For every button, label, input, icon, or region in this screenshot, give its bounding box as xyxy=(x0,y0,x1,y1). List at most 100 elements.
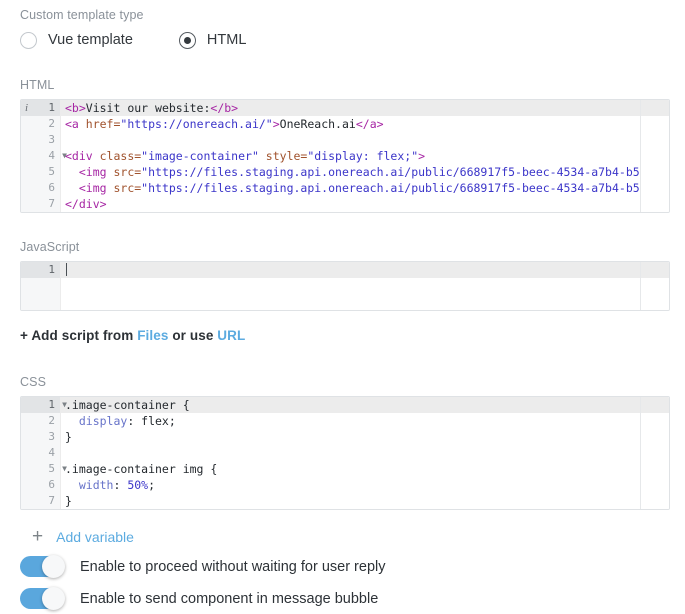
token-txt: Visit our website: xyxy=(86,101,211,115)
html-editor-rail-head xyxy=(641,100,669,116)
line-number: 6 xyxy=(48,478,55,491)
line-number: 7 xyxy=(48,197,55,210)
gutter-line-6[interactable]: 6 xyxy=(21,477,60,493)
radio-mark-vue[interactable] xyxy=(20,32,37,49)
code-line-6[interactable]: width: 50%; xyxy=(61,477,640,493)
add-script-prefix: + Add script from xyxy=(20,328,137,343)
token-tag: > xyxy=(418,149,425,163)
code-line-6[interactable]: <img src="https://files.staging.api.oner… xyxy=(61,180,640,196)
fold-arrow-icon[interactable]: ▼ xyxy=(62,461,67,477)
token-attr: href= xyxy=(86,117,121,131)
gutter-line-1[interactable]: i1 xyxy=(21,100,60,116)
code-line-4[interactable] xyxy=(61,445,640,461)
token-tag: <div xyxy=(65,149,100,163)
gutter-line-1[interactable]: 1▼ xyxy=(21,397,60,413)
gutter-line-4[interactable]: 4 xyxy=(21,445,60,461)
code-line-3[interactable] xyxy=(61,132,640,148)
gutter-line-6[interactable]: 6 xyxy=(21,180,60,196)
gutter-line-2[interactable]: 2 xyxy=(21,413,60,429)
token-num: 50% xyxy=(127,478,148,492)
radio-option-html[interactable]: HTML xyxy=(179,32,246,49)
template-type-group: Custom template type Vue template HTML xyxy=(20,8,246,49)
token-txt: OneReach.ai xyxy=(280,117,356,131)
gutter-line-7[interactable]: 7 xyxy=(21,196,60,212)
gutter-line-2[interactable]: 2 xyxy=(21,116,60,132)
html-editor-code[interactable]: <b>Visit our website:</b><a href="https:… xyxy=(61,100,640,212)
line-number: 4 xyxy=(48,149,55,162)
gutter-line-4[interactable]: 4▼ xyxy=(21,148,60,164)
line-number: 3 xyxy=(48,430,55,443)
code-line-7[interactable]: </div> xyxy=(61,196,640,212)
code-line-2[interactable]: <a href="https://onereach.ai/">OneReach.… xyxy=(61,116,640,132)
code-line-7[interactable]: } xyxy=(61,493,640,509)
css-editor-code[interactable]: .image-container { display: flex;} .imag… xyxy=(61,397,640,509)
toggle-row-proceed-without-reply: Enable to proceed without waiting for us… xyxy=(20,556,385,577)
javascript-editor-gutter[interactable]: 1 xyxy=(21,262,61,310)
fold-arrow-icon[interactable]: ▼ xyxy=(62,148,67,164)
toggle-send-component-bubble[interactable] xyxy=(20,588,64,609)
plus-icon: + xyxy=(32,527,43,546)
line-number: 1 xyxy=(48,101,55,114)
add-script-url-link[interactable]: URL xyxy=(217,328,245,343)
css-code-editor[interactable]: 1▼2345▼67 .image-container { display: fl… xyxy=(20,396,670,510)
radio-label-vue: Vue template xyxy=(48,32,133,49)
add-script-files-link[interactable]: Files xyxy=(137,328,168,343)
toggle-knob xyxy=(42,555,65,578)
token-tag: <b> xyxy=(65,101,86,115)
token-attr: style= xyxy=(259,149,307,163)
radio-option-vue-template[interactable]: Vue template xyxy=(20,32,133,49)
token-str: "https://files.staging.api.onereach.ai/p… xyxy=(141,165,640,179)
token-sel: .image-container img { xyxy=(65,462,217,476)
javascript-editor-code[interactable] xyxy=(61,262,640,310)
add-variable-button[interactable]: + Add variable xyxy=(32,527,134,546)
radio-label-html: HTML xyxy=(207,32,246,49)
token-val: ; xyxy=(148,478,155,492)
css-editor-gutter[interactable]: 1▼23 4 5▼6 7 xyxy=(21,397,61,509)
info-icon[interactable]: i xyxy=(25,100,28,116)
token-attr: src= xyxy=(113,165,141,179)
javascript-editor-rail-head xyxy=(641,262,669,278)
code-line-1[interactable] xyxy=(61,262,640,278)
gutter-line-3[interactable]: 3 xyxy=(21,429,60,445)
toggle-proceed-without-reply[interactable] xyxy=(20,556,64,577)
radio-mark-html[interactable] xyxy=(179,32,196,49)
line-number: 7 xyxy=(48,494,55,507)
token-sel: .image-container { xyxy=(65,398,190,412)
line-number: 4 xyxy=(48,446,55,459)
code-line-1[interactable]: .image-container { xyxy=(61,397,640,413)
code-line-5[interactable]: <img src="https://files.staging.api.oner… xyxy=(61,164,640,180)
line-number: 5 xyxy=(48,165,55,178)
gutter-line-1[interactable]: 1 xyxy=(21,262,60,278)
fold-arrow-icon[interactable]: ▼ xyxy=(62,397,67,413)
template-type-options: Vue template HTML xyxy=(20,32,246,49)
toggle-knob xyxy=(42,587,65,610)
html-editor-gutter[interactable]: i1234▼567 xyxy=(21,100,61,212)
gutter-line-3[interactable]: 3 xyxy=(21,132,60,148)
line-number: 1 xyxy=(48,263,55,276)
add-variable-label: Add variable xyxy=(56,529,134,545)
javascript-code-editor[interactable]: 1 xyxy=(20,261,670,311)
token-tag: </div> xyxy=(65,197,107,211)
gutter-line-5[interactable]: 5 xyxy=(21,164,60,180)
gutter-line-7[interactable]: 7 xyxy=(21,493,60,509)
token-tag: <a xyxy=(65,117,86,131)
text-cursor xyxy=(66,263,67,276)
javascript-editor-right-rail[interactable] xyxy=(640,262,669,310)
line-number: 3 xyxy=(48,133,55,146)
line-number: 5 xyxy=(48,462,55,475)
code-line-3[interactable]: } xyxy=(61,429,640,445)
token-attr: class= xyxy=(100,149,142,163)
token-str: "display: flex;" xyxy=(307,149,418,163)
line-number: 2 xyxy=(48,117,55,130)
code-line-2[interactable]: display: flex; xyxy=(61,413,640,429)
html-editor-right-rail[interactable] xyxy=(640,100,669,212)
gutter-line-5[interactable]: 5▼ xyxy=(21,461,60,477)
css-editor-right-rail[interactable] xyxy=(640,397,669,509)
css-editor-label: CSS xyxy=(20,375,670,389)
css-editor-rail-head xyxy=(641,397,669,413)
code-line-5[interactable]: .image-container img { xyxy=(61,461,640,477)
code-line-1[interactable]: <b>Visit our website:</b> xyxy=(61,100,640,116)
toggle-row-send-component-bubble: Enable to send component in message bubb… xyxy=(20,588,378,609)
code-line-4[interactable]: <div class="image-container" style="disp… xyxy=(61,148,640,164)
html-code-editor[interactable]: i1234▼567 <b>Visit our website:</b><a hr… xyxy=(20,99,670,213)
